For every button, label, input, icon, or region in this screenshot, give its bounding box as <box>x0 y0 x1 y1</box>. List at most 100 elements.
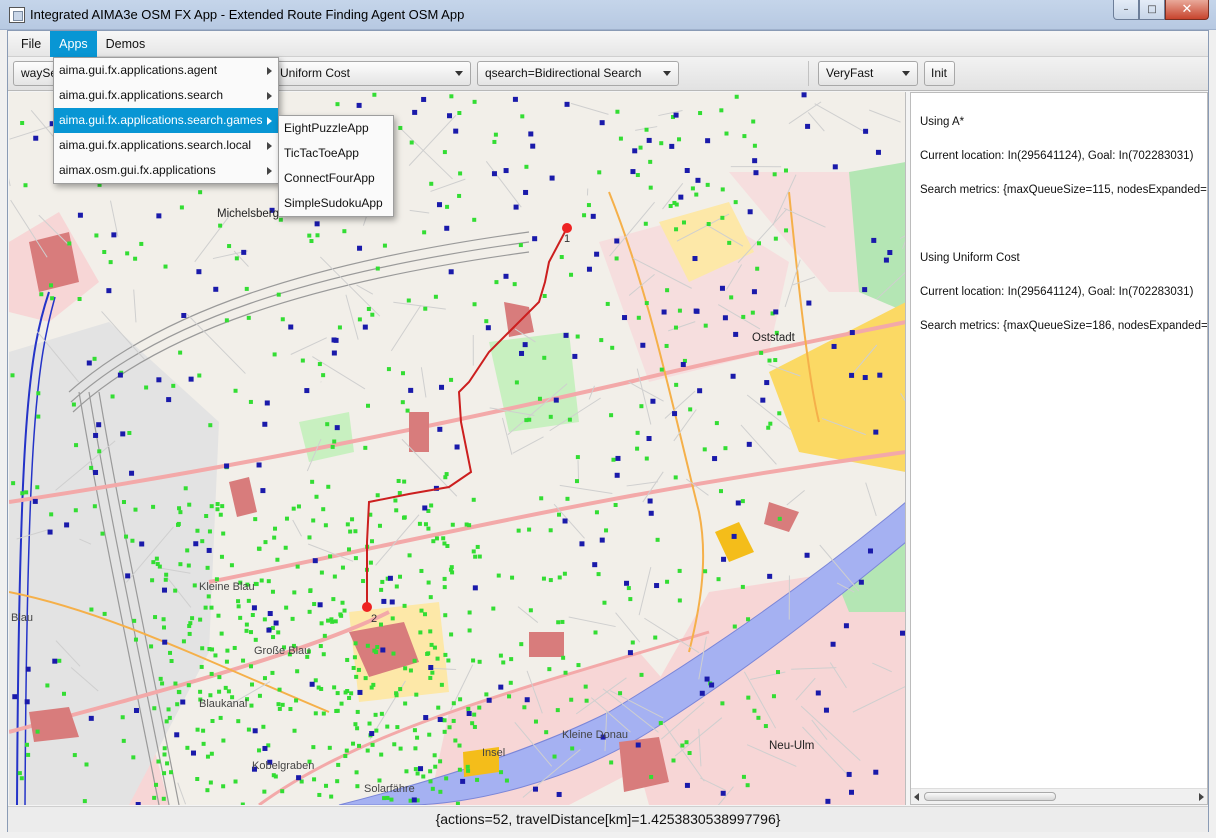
osm-node <box>328 554 333 559</box>
poi-marker <box>873 429 879 435</box>
osm-node <box>171 383 176 388</box>
menu-item-simplesudoku[interactable]: SimpleSudokuApp <box>279 191 393 216</box>
osm-node <box>382 243 387 248</box>
scroll-left-icon[interactable] <box>914 793 919 801</box>
osm-node <box>509 657 514 662</box>
osm-node <box>373 712 378 717</box>
poi-marker <box>735 500 741 506</box>
poi-marker <box>418 766 424 772</box>
osm-node <box>680 743 685 748</box>
osm-map-view[interactable]: 1 2 Michelsberg Oststadt Neu-Ulm Kleine … <box>9 92 906 805</box>
osm-node <box>442 576 447 581</box>
osm-node <box>562 571 567 576</box>
menu-demos[interactable]: Demos <box>97 31 155 57</box>
osm-node <box>644 301 649 306</box>
osm-node <box>313 678 318 683</box>
osm-node <box>23 183 28 188</box>
osm-node <box>250 613 255 618</box>
osm-node <box>192 583 197 588</box>
init-button[interactable]: Init <box>924 61 955 86</box>
output-line: Search metrics: {maxQueueSize=115, nodes… <box>920 184 1207 196</box>
osm-node <box>435 656 440 661</box>
poi-marker <box>24 699 30 705</box>
osm-node <box>752 708 757 713</box>
osm-node <box>253 517 258 522</box>
osm-node <box>45 683 50 688</box>
osm-node <box>161 796 166 801</box>
poi-marker <box>428 664 434 670</box>
osm-node <box>397 491 402 496</box>
poi-marker <box>697 388 703 394</box>
osm-node <box>77 297 82 302</box>
menu-item-tictactoe[interactable]: TicTacToeApp <box>279 141 393 166</box>
osm-node <box>453 738 458 743</box>
osm-node <box>238 615 243 620</box>
poi-marker <box>875 149 881 155</box>
poi-marker <box>773 309 779 315</box>
osm-node <box>741 314 746 319</box>
osm-node <box>241 658 246 663</box>
osm-node <box>270 589 275 594</box>
osm-node <box>518 243 523 248</box>
menu-file[interactable]: File <box>12 31 50 57</box>
speed-combo[interactable]: VeryFast <box>818 61 918 86</box>
osm-node <box>412 658 417 663</box>
map-canvas[interactable]: 1 2 <box>9 92 906 805</box>
poi-marker <box>133 707 139 713</box>
osm-node <box>565 496 570 501</box>
poi-marker <box>760 397 766 403</box>
qsearch-combo[interactable]: qsearch=Bidirectional Search <box>477 61 679 86</box>
osm-node <box>220 504 225 509</box>
search-output-panel[interactable]: Using A* Current location: In(295641124)… <box>910 92 1208 805</box>
osm-node <box>446 658 451 663</box>
menu-apps[interactable]: Apps <box>50 30 97 57</box>
osm-node <box>741 774 746 779</box>
search-strategy-combo[interactable]: Uniform Cost <box>272 61 471 86</box>
map-label-solarfaehre: Solarfähre <box>364 783 415 795</box>
osm-node <box>334 709 339 714</box>
osm-node <box>427 732 432 737</box>
osm-node <box>257 693 262 698</box>
menu-item-search-games[interactable]: aima.gui.fx.applications.search.games <box>54 108 278 133</box>
osm-node <box>350 517 355 522</box>
poi-marker <box>699 690 705 696</box>
poi-marker <box>356 102 362 108</box>
menu-item-eightpuzzle[interactable]: EightPuzzleApp <box>279 116 393 141</box>
osm-node <box>673 325 678 330</box>
menu-item-osm[interactable]: aimax.osm.gui.fx.applications <box>54 158 278 183</box>
osm-node <box>475 544 480 549</box>
horizontal-scrollbar[interactable] <box>911 788 1207 804</box>
menu-item-agent[interactable]: aima.gui.fx.applications.agent <box>54 58 278 83</box>
osm-node <box>648 185 653 190</box>
poi-marker <box>381 598 387 604</box>
osm-node <box>357 743 362 748</box>
osm-node <box>371 682 376 687</box>
poi-marker <box>421 96 427 102</box>
osm-node <box>392 742 397 747</box>
osm-node <box>35 729 40 734</box>
menu-item-connectfour[interactable]: ConnectFourApp <box>279 166 393 191</box>
osm-node <box>240 802 245 805</box>
osm-node <box>216 613 221 618</box>
poi-marker <box>439 384 445 390</box>
close-button[interactable]: ✕ <box>1165 0 1209 20</box>
osm-node <box>465 764 470 769</box>
scrollbar-thumb[interactable] <box>924 792 1056 801</box>
osm-node <box>337 325 342 330</box>
osm-node <box>610 345 615 350</box>
maximize-button[interactable]: □ <box>1139 0 1165 20</box>
scroll-right-icon[interactable] <box>1199 793 1204 801</box>
start-marker-label: 1 <box>564 233 570 245</box>
poi-marker <box>389 599 395 605</box>
poi-marker <box>815 690 821 696</box>
osm-node <box>162 771 167 776</box>
osm-node <box>295 564 300 569</box>
menu-item-search[interactable]: aima.gui.fx.applications.search <box>54 83 278 108</box>
minimize-button[interactable]: – <box>1113 0 1139 20</box>
menu-item-search-local[interactable]: aima.gui.fx.applications.search.local <box>54 133 278 158</box>
poi-marker <box>448 269 454 275</box>
osm-node <box>417 521 422 526</box>
osm-node <box>355 726 360 731</box>
poi-marker <box>672 411 678 417</box>
poi-marker <box>88 715 94 721</box>
